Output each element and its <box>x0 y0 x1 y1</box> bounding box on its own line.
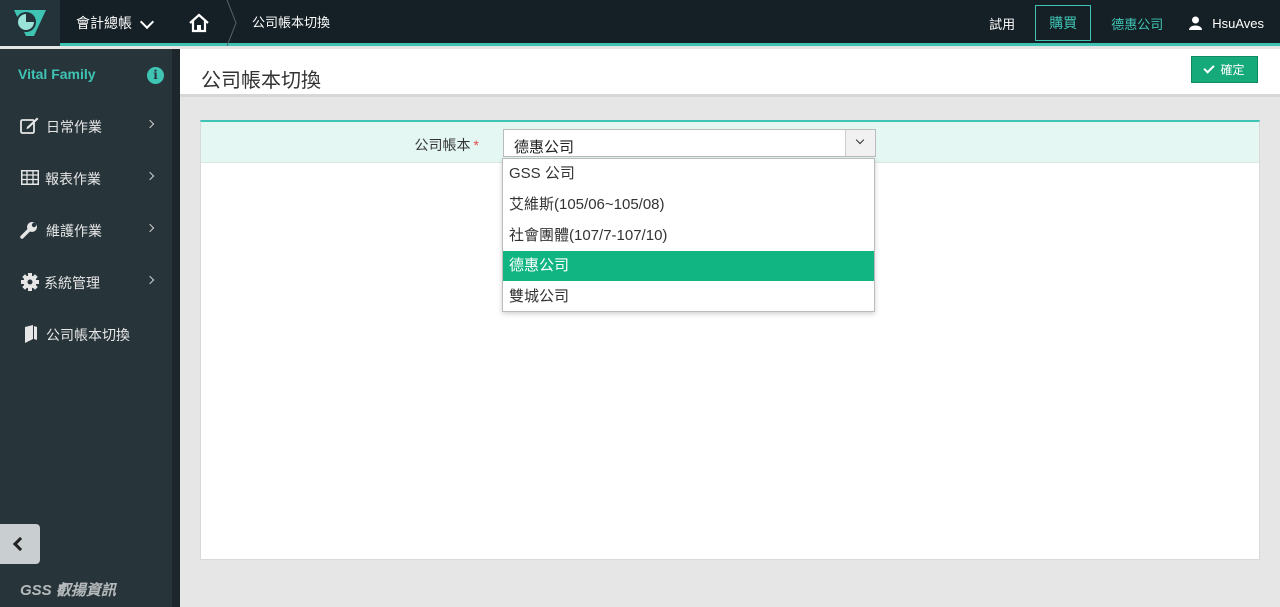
company-book-label-text: 公司帳本 <box>414 137 471 153</box>
check-icon <box>1203 62 1216 74</box>
home-icon <box>189 13 209 33</box>
chevron-right-icon <box>145 119 155 129</box>
trial-link[interactable]: 試用 <box>975 14 1029 33</box>
sidebar-item-daily[interactable]: 日常作業 <box>0 99 172 151</box>
sidebar-collapse-button[interactable] <box>0 524 40 564</box>
sidebar-item-system[interactable]: 系統管理 <box>0 255 172 307</box>
company-book-option[interactable]: 艾維斯(105/06~105/08) <box>503 190 874 220</box>
user-icon <box>1189 16 1203 30</box>
sidebar-header: Vital Family i <box>0 49 172 99</box>
company-book-option-selected[interactable]: 德惠公司 <box>503 251 874 281</box>
top-right-menu: 試用 購買 德惠公司 HsuAves <box>975 0 1280 46</box>
company-book-option[interactable]: 雙城公司 <box>503 282 874 312</box>
sidebar-item-maintenance[interactable]: 維護作業 <box>0 203 172 255</box>
confirm-button-label: 確定 <box>1220 63 1245 77</box>
chevron-down-icon <box>855 135 865 145</box>
company-book-select[interactable]: 德惠公司 <box>503 129 876 157</box>
chevron-right-icon <box>145 171 155 181</box>
form-row-company-book: 公司帳本 * 德惠公司 <box>201 122 1259 163</box>
buy-button[interactable]: 購買 <box>1035 5 1092 41</box>
table-icon <box>21 170 39 185</box>
page-header: 公司帳本切換 確定 <box>180 49 1280 97</box>
brand-logo: GSS 叡揚資訊 <box>20 582 116 599</box>
gear-icon <box>21 273 39 291</box>
company-book-options: GSS 公司 艾維斯(105/06~105/08) 社會團體(107/7-107… <box>502 158 875 312</box>
user-menu[interactable]: HsuAves <box>1179 16 1280 31</box>
chevron-right-icon <box>145 275 155 285</box>
page-title: 公司帳本切換 <box>201 70 321 92</box>
company-book-option[interactable]: 社會團體(107/7-107/10) <box>503 221 874 251</box>
chevron-right-icon <box>145 223 155 233</box>
sidebar-item-reports[interactable]: 報表作業 <box>0 151 172 203</box>
required-mark: * <box>473 137 479 153</box>
app-logo[interactable] <box>0 0 60 46</box>
chevron-down-icon <box>139 14 155 30</box>
sidebar-item-label: 報表作業 <box>45 171 101 187</box>
company-book-label: 公司帳本 * <box>415 135 479 155</box>
sidebar: Vital Family i 日常作業 報表作業 維護作業 系統管理 公司帳本切… <box>0 49 180 607</box>
logo-icon <box>14 10 46 36</box>
info-icon[interactable]: i <box>147 67 164 84</box>
top-bar: 會計總帳 公司帳本切換 試用 購買 德惠公司 HsuAves <box>0 0 1280 46</box>
sidebar-item-label: 日常作業 <box>46 119 102 135</box>
edit-icon <box>20 117 39 134</box>
breadcrumb: 公司帳本切換 <box>252 15 331 30</box>
book-icon <box>25 325 37 343</box>
wrench-icon <box>20 222 37 239</box>
module-label: 會計總帳 <box>76 15 132 31</box>
tenant-name: Vital Family <box>18 66 96 82</box>
chevron-left-icon <box>12 536 28 552</box>
current-company-link[interactable]: 德惠公司 <box>1097 14 1179 33</box>
breadcrumb-separator <box>226 0 237 46</box>
company-book-select-value: 德惠公司 <box>514 139 575 156</box>
home-button[interactable] <box>180 0 230 46</box>
module-dropdown[interactable]: 會計總帳 <box>60 0 170 46</box>
sidebar-item-label: 系統管理 <box>44 275 100 291</box>
user-name: HsuAves <box>1212 15 1264 31</box>
confirm-button[interactable]: 確定 <box>1191 56 1258 83</box>
sidebar-item-company-switch[interactable]: 公司帳本切換 <box>0 307 172 359</box>
select-toggle[interactable] <box>845 130 875 156</box>
sidebar-item-label: 維護作業 <box>46 223 102 239</box>
sidebar-item-label: 公司帳本切換 <box>46 327 130 343</box>
company-book-option[interactable]: GSS 公司 <box>503 159 874 189</box>
